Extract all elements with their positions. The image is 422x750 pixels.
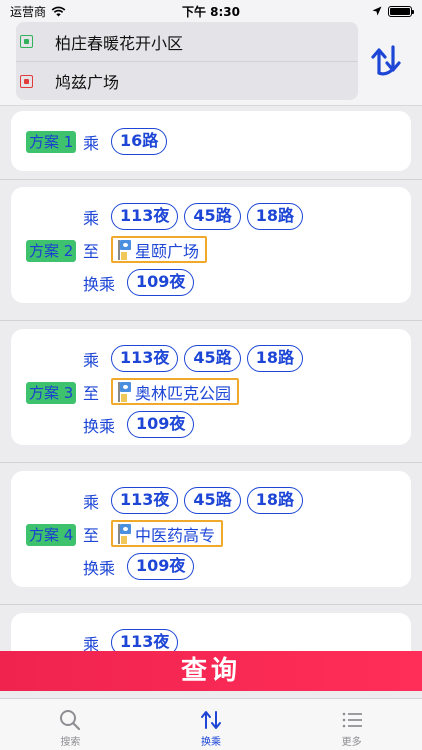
plan-card-5[interactable]: 乘 113夜 bbox=[11, 613, 411, 651]
transfer-label: 换乘 bbox=[83, 274, 116, 294]
wifi-icon bbox=[51, 6, 66, 16]
plan-card-1[interactable]: 方案 1 乘 16路 bbox=[11, 111, 411, 171]
bus-line-chip[interactable]: 109夜 bbox=[127, 553, 195, 580]
swap-icon bbox=[371, 45, 401, 76]
divider bbox=[0, 604, 422, 605]
bus-line-chip[interactable]: 113夜 bbox=[111, 203, 179, 230]
search-icon bbox=[60, 710, 81, 731]
transfer-stop[interactable]: 中医药高专 bbox=[111, 520, 224, 547]
transfer-label: 换乘 bbox=[83, 558, 116, 578]
transfer-stop-name: 中医药高专 bbox=[135, 525, 216, 545]
start-marker-icon bbox=[20, 35, 33, 48]
ride-label: 乘 bbox=[83, 492, 100, 512]
end-station-name: 鸠兹广场 bbox=[55, 73, 120, 92]
swap-button[interactable] bbox=[368, 40, 404, 80]
battery-icon bbox=[388, 5, 414, 17]
station-inputs: 柏庄春暖花开小区 鸠兹广场 bbox=[16, 22, 358, 100]
bus-line-chip[interactable]: 113夜 bbox=[111, 345, 179, 372]
bus-stop-icon bbox=[117, 523, 132, 544]
carrier-label: 运营商 bbox=[10, 4, 47, 19]
plan-label: 方案 3 bbox=[26, 382, 77, 404]
query-button[interactable]: 查询 bbox=[0, 651, 422, 691]
to-label: 至 bbox=[83, 241, 100, 261]
bus-line-chip[interactable]: 18路 bbox=[246, 345, 303, 372]
end-marker-icon bbox=[20, 74, 33, 88]
bus-stop-icon bbox=[117, 381, 132, 402]
plan-label: 方案 1 bbox=[26, 131, 77, 153]
bus-stop-icon bbox=[117, 239, 132, 260]
bus-line-chip[interactable]: 113夜 bbox=[111, 487, 179, 514]
bus-line-chip[interactable]: 18路 bbox=[246, 487, 303, 514]
plan-card-2[interactable]: 方案 2 乘 113夜 45路 18路 至 星颐广场 换乘 109夜 bbox=[11, 187, 411, 303]
location-icon bbox=[372, 6, 382, 16]
tab-search[interactable]: 搜索 bbox=[0, 699, 141, 750]
tab-label: 换乘 bbox=[201, 737, 221, 748]
tab-bar: 搜索 换乘 更多 bbox=[0, 698, 422, 750]
start-station-name: 柏庄春暖花开小区 bbox=[55, 33, 184, 53]
divider bbox=[0, 179, 422, 180]
transfer-stop-name: 星颐广场 bbox=[135, 241, 200, 261]
start-station-field[interactable]: 柏庄春暖花开小区 bbox=[16, 22, 358, 61]
status-bar: 运营商 下午 8:30 bbox=[0, 0, 422, 22]
bus-line-chip[interactable]: 45路 bbox=[184, 345, 241, 372]
plan-label: 方案 2 bbox=[26, 240, 77, 262]
bus-line-chip[interactable]: 16路 bbox=[111, 128, 168, 155]
transfer-stop[interactable]: 奥林匹克公园 bbox=[111, 378, 240, 405]
list-icon bbox=[342, 712, 362, 728]
end-station-field[interactable]: 鸠兹广场 bbox=[16, 61, 358, 100]
divider bbox=[0, 320, 422, 321]
tab-transfer[interactable]: 换乘 bbox=[141, 699, 282, 750]
bus-line-chip[interactable]: 109夜 bbox=[127, 269, 195, 296]
plan-list[interactable]: 方案 1 乘 16路 方案 2 乘 113夜 45路 18路 至 星颐广场 换乘… bbox=[0, 106, 422, 651]
ride-label: 乘 bbox=[83, 350, 100, 370]
transfer-icon bbox=[201, 711, 221, 729]
tab-more[interactable]: 更多 bbox=[281, 699, 422, 750]
route-header: 柏庄春暖花开小区 鸠兹广场 bbox=[0, 22, 422, 106]
transfer-stop-name: 奥林匹克公园 bbox=[135, 383, 232, 403]
bus-line-chip[interactable]: 113夜 bbox=[111, 629, 179, 651]
tab-label: 搜索 bbox=[60, 737, 81, 748]
plan-card-4[interactable]: 方案 4 乘 113夜 45路 18路 至 中医药高专 换乘 109夜 bbox=[11, 471, 411, 587]
bus-line-chip[interactable]: 109夜 bbox=[127, 411, 195, 438]
screen: 运营商 下午 8:30 柏庄春暖花开小区 鸠兹广场 方案 1 乘 16路 方案 … bbox=[0, 0, 422, 750]
plan-label: 方案 4 bbox=[26, 524, 77, 546]
plan-card-3[interactable]: 方案 3 乘 113夜 45路 18路 至 奥林匹克公园 换乘 109夜 bbox=[11, 329, 411, 445]
to-label: 至 bbox=[83, 525, 100, 545]
transfer-label: 换乘 bbox=[83, 416, 116, 436]
bus-line-chip[interactable]: 45路 bbox=[184, 487, 241, 514]
tab-label: 更多 bbox=[341, 737, 362, 748]
bus-line-chip[interactable]: 18路 bbox=[246, 203, 303, 230]
ride-label: 乘 bbox=[83, 208, 100, 228]
bus-line-chip[interactable]: 45路 bbox=[184, 203, 241, 230]
ride-label: 乘 bbox=[83, 634, 100, 652]
transfer-stop[interactable]: 星颐广场 bbox=[111, 236, 208, 263]
ride-label: 乘 bbox=[83, 133, 100, 153]
divider bbox=[0, 462, 422, 463]
to-label: 至 bbox=[83, 383, 100, 403]
